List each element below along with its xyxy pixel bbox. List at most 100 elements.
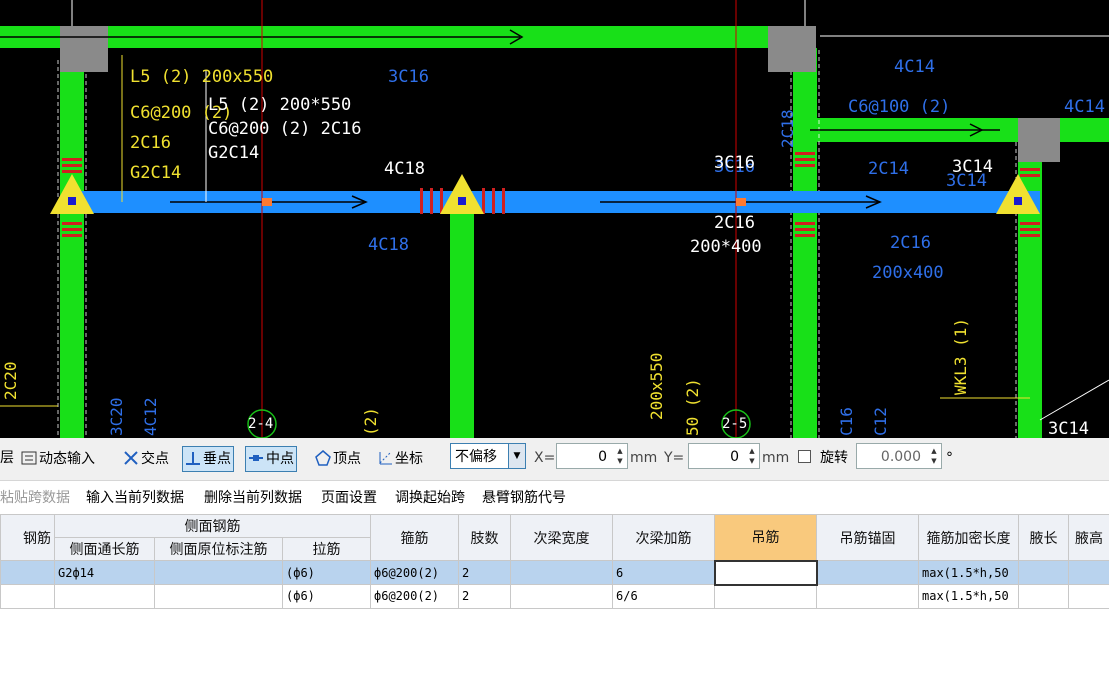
cell-side-through[interactable] [54,584,155,609]
cell-tie-bar[interactable]: (ф6) [282,560,371,585]
y-unit: mm [762,450,790,466]
header-side-original[interactable]: 侧面原位标注筋 [154,537,283,561]
support-bottom-label: 4C18 [368,235,409,255]
dynamic-input-button[interactable]: 动态输入 [18,446,98,472]
vertex-label: 顶点 [333,451,361,467]
perpendicular-icon [185,450,201,466]
cell-hanger-anchor[interactable] [816,584,919,609]
rotate-label: 旋转 [820,450,848,466]
cell-haunch-height[interactable] [1068,584,1109,609]
cell-stirrup[interactable]: ф6@200(2) [370,584,459,609]
x-unit: mm [630,450,658,466]
side-rebar-label: G2C14 [130,163,181,183]
page-setup-button[interactable]: 页面设置 [321,487,377,507]
header-stirrup[interactable]: 箍筋 [370,514,459,561]
header-secondary-extra[interactable]: 次梁加筋 [612,514,715,561]
cell-rebar[interactable] [0,584,55,609]
offset-mode-select[interactable]: 不偏移 ▼ [450,443,526,469]
header-hanger-bar[interactable]: 吊筋 [714,514,817,561]
cell-rebar[interactable] [0,560,55,585]
mid-size-label: 200*400 [690,237,762,257]
x-value: 0 [598,449,607,465]
header-secondary-width[interactable]: 次梁宽度 [510,514,613,561]
vert-50-2-label: 50 (2) [683,378,702,436]
y-coordinate-input[interactable]: 0 ▲ ▼ [688,443,760,469]
header-haunch-height[interactable]: 腋高 [1068,514,1109,561]
axis-label-2-5: 2-5 [722,416,747,432]
intersection-snap-button[interactable]: 交点 [120,446,172,472]
header-hanger-anchor[interactable]: 吊筋锚固 [816,514,919,561]
midpoint-icon [248,450,264,466]
green-beams[interactable] [0,26,1109,438]
table-row[interactable]: (ф6) ф6@200(2) 2 6/6 max(1.5*h,50 [0,584,1109,609]
cantilever-code-button[interactable]: 悬臂钢筋代号 [482,487,566,507]
coordinate-label: 坐标 [395,451,423,467]
perpendicular-label: 垂点 [203,451,231,467]
mid-bottom-label: 2C16 [714,213,755,233]
x-coordinate-input[interactable]: 0 ▲ ▼ [556,443,628,469]
cell-legs[interactable]: 2 [458,584,511,609]
vert-4c12-label: 4C12 [141,397,160,436]
overlay-side: G2C14 [208,143,259,163]
support-top-label: 4C18 [384,159,425,179]
coordinate-snap-button[interactable]: 坐标 [374,446,426,472]
right-2c16-label: 2C16 [890,233,931,253]
delete-column-button[interactable]: 删除当前列数据 [204,487,302,507]
header-legs[interactable]: 肢数 [458,514,511,561]
layer-cut-label[interactable]: 层 [0,446,14,470]
header-rebar[interactable]: 钢筋 [0,514,55,561]
header-haunch-length[interactable]: 腋长 [1018,514,1069,561]
dynamic-input-label: 动态输入 [39,451,95,467]
perpendicular-snap-button[interactable]: 垂点 [182,446,234,472]
chevron-down-icon[interactable]: ▼ [508,444,525,468]
cell-hanger-anchor[interactable] [816,560,919,585]
cell-tie-bar[interactable]: (ф6) [282,584,371,609]
header-side-through[interactable]: 侧面通长筋 [54,537,155,561]
vertex-snap-button[interactable]: 顶点 [312,446,364,472]
vertex-icon [315,450,331,466]
header-densify-length[interactable]: 箍筋加密长度 [918,514,1019,561]
cell-stirrup[interactable]: ф6@200(2) [370,560,459,585]
bottom-3c14-label: 3C14 [1048,419,1089,438]
y-spinner-icon[interactable]: ▲ ▼ [747,446,757,466]
rotate-input[interactable]: 0.000 ▲ ▼ [856,443,942,469]
right-edge-label: 4C14 [1064,97,1105,117]
cell-side-through[interactable]: G2ф14 [54,560,155,585]
cell-side-original[interactable] [154,584,283,609]
cell-secondary-extra[interactable]: 6/6 [612,584,715,609]
paste-span-button[interactable]: 粘贴跨数据 [0,487,70,507]
rebar-table: 钢筋 侧面钢筋 箍筋 肢数 次梁宽度 次梁加筋 吊筋 吊筋锚固 箍筋加密长度 腋… [0,514,1109,609]
cell-haunch-height[interactable] [1068,560,1109,585]
right-3c14-b: 3C14 [952,157,993,177]
cell-densify-length[interactable]: max(1.5*h,50 [918,560,1019,585]
beam-name-label: L5 (2) 200x550 [130,67,273,87]
cell-haunch-length[interactable] [1018,560,1069,585]
cell-hanger-bar[interactable] [714,584,817,609]
vert-3c20-label: 3C20 [107,397,126,436]
rotate-spinner-icon[interactable]: ▲ ▼ [929,446,939,466]
offset-mode-value: 不偏移 [455,449,497,465]
rotate-value: 0.000 [880,449,921,465]
cell-secondary-width[interactable] [510,584,613,609]
vert-c12-label: C12 [871,407,890,436]
top-mid-label: 3C16 [388,67,429,87]
cell-hanger-bar[interactable] [713,559,818,586]
vert-200x550-label: 200x550 [647,353,666,420]
cad-drawing-canvas[interactable]: L5 (2) 200x550 C6@200 (2) 2C16 G2C14 L5 … [0,0,1109,438]
cell-side-original[interactable] [154,560,283,585]
dynamic-input-icon [21,450,37,466]
rotate-checkbox[interactable] [798,446,811,470]
swap-start-span-button[interactable]: 调换起始跨 [395,487,465,507]
x-spinner-icon[interactable]: ▲ ▼ [615,446,625,466]
input-column-button[interactable]: 输入当前列数据 [86,487,184,507]
table-row[interactable]: G2ф14 (ф6) ф6@200(2) 2 6 max(1.5*h,50 [0,559,1109,586]
cell-haunch-length[interactable] [1018,584,1069,609]
cell-secondary-width[interactable] [510,560,613,585]
overlay-beam-name: L5 (2) 200*550 [208,95,351,115]
cell-legs[interactable]: 2 [458,560,511,585]
cell-secondary-extra[interactable]: 6 [612,560,715,585]
header-side-rebar-group: 侧面钢筋 [54,514,371,538]
cell-densify-length[interactable]: max(1.5*h,50 [918,584,1019,609]
midpoint-snap-button[interactable]: 中点 [245,446,297,472]
header-tie-bar[interactable]: 拉筋 [282,537,371,561]
